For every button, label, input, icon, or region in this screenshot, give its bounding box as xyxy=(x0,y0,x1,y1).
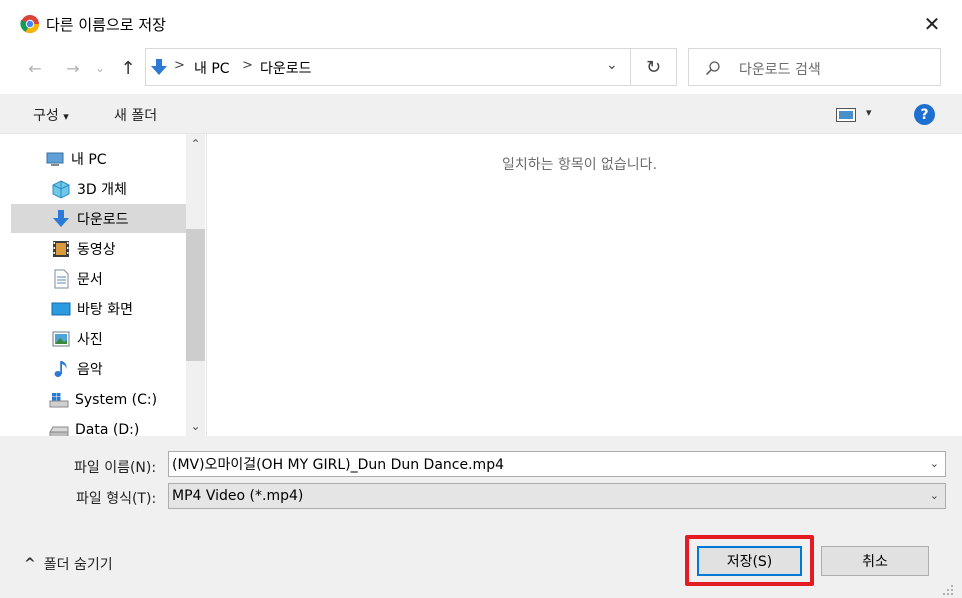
download-icon xyxy=(151,59,167,75)
document-icon xyxy=(54,269,69,288)
pictures-icon xyxy=(52,331,70,346)
desktop-icon xyxy=(51,302,71,315)
file-list-area[interactable]: 일치하는 항목이 없습니다. xyxy=(206,134,951,436)
hide-folders-button[interactable]: ^ 폴더 숨기기 xyxy=(24,554,113,574)
sidebar-item-documents[interactable]: 문서 xyxy=(11,264,186,293)
address-history-button[interactable]: ⌄ xyxy=(606,57,618,73)
filetype-select[interactable]: MP4 Video (*.mp4) ⌄ xyxy=(168,483,946,509)
sidebar-item-3d-objects[interactable]: 3D 개체 xyxy=(11,174,186,203)
search-icon xyxy=(705,61,720,76)
recent-locations-button[interactable]: ⌄ xyxy=(92,57,108,79)
filename-value: (MV)오마이걸(OH MY GIRL)_Dun Dun Dance.mp4 xyxy=(172,457,504,473)
breadcrumb-downloads[interactable]: 다운로드 xyxy=(260,58,312,78)
sidebar-item-label: 바탕 화면 xyxy=(77,301,133,318)
sidebar-item-drive-d[interactable]: Data (D:) xyxy=(11,415,186,436)
sidebar-item-videos[interactable]: 동영상 xyxy=(11,234,186,263)
forward-button[interactable]: → xyxy=(62,57,84,79)
navigation-pane[interactable]: 내 PC 3D 개체 다운로드 동영상 문서 바탕 화면 사진 음악 Syste… xyxy=(11,134,186,436)
sidebar-item-label: 문서 xyxy=(77,271,103,288)
close-button[interactable]: ✕ xyxy=(912,6,952,42)
organize-button[interactable]: 구성 ▾ xyxy=(33,105,69,125)
scroll-up-button[interactable]: ⌃ xyxy=(186,134,205,154)
refresh-button[interactable]: ↻ xyxy=(631,48,677,86)
sidebar-item-label: 내 PC xyxy=(71,151,107,168)
sidebar-item-drive-c[interactable]: System (C:) xyxy=(11,385,186,414)
filetype-label: 파일 형식(T): xyxy=(76,491,157,507)
chevron-down-icon[interactable]: ⌄ xyxy=(930,457,939,470)
help-button[interactable]: ? xyxy=(914,104,935,125)
chevron-up-icon: ^ xyxy=(24,556,36,572)
chrome-icon xyxy=(20,15,39,34)
sidebar-item-label: 사진 xyxy=(77,331,103,348)
search-placeholder: 다운로드 검색 xyxy=(739,62,821,78)
cancel-button[interactable]: 취소 xyxy=(821,546,929,576)
change-view-button[interactable]: ▾ xyxy=(836,106,880,124)
title-bar: 다른 이름으로 저장 ✕ xyxy=(0,0,962,48)
sidebar-item-pictures[interactable]: 사진 xyxy=(11,324,186,353)
sidebar-item-label: 다운로드 xyxy=(77,211,129,228)
back-button[interactable]: ← xyxy=(24,57,46,79)
breadcrumb-separator: > xyxy=(174,58,185,73)
toolbar: 구성 ▾ 새 폴더 ▾ ? xyxy=(0,94,962,134)
help-icon: ? xyxy=(920,106,929,123)
empty-folder-message: 일치하는 항목이 없습니다. xyxy=(501,157,658,173)
new-folder-button[interactable]: 새 폴더 xyxy=(114,105,157,125)
organize-label: 구성 xyxy=(33,108,59,124)
chevron-down-icon: ⌄ xyxy=(94,61,106,75)
view-icon xyxy=(836,108,856,122)
up-arrow-icon: ↑ xyxy=(120,57,136,79)
chevron-down-icon: ⌄ xyxy=(929,489,939,502)
window-title: 다른 이름으로 저장 xyxy=(46,16,166,34)
hide-folders-label: 폴더 숨기기 xyxy=(43,557,113,573)
sidebar-item-desktop[interactable]: 바탕 화면 xyxy=(11,294,186,323)
drive-c-icon xyxy=(49,392,69,407)
drive-d-icon xyxy=(49,426,69,436)
sidebar-item-music[interactable]: 음악 xyxy=(11,354,186,383)
sidebar-item-label: Data (D:) xyxy=(75,421,140,437)
breadcrumb-pc[interactable]: 내 PC xyxy=(194,58,230,78)
filetype-value: MP4 Video (*.mp4) xyxy=(172,488,304,504)
sidebar-item-label: System (C:) xyxy=(75,391,158,408)
3d-objects-icon xyxy=(52,179,70,199)
address-bar[interactable]: > 내 PC > 다운로드 ⌄ xyxy=(145,48,631,86)
video-icon xyxy=(53,240,69,257)
sidebar-item-label: 음악 xyxy=(77,361,103,378)
filename-input[interactable]: (MV)오마이걸(OH MY GIRL)_Dun Dun Dance.mp4 ⌄ xyxy=(168,451,946,477)
save-as-dialog: 다른 이름으로 저장 ✕ ← → ⌄ ↑ > 내 PC > 다운로드 ⌄ ↻ 다… xyxy=(0,0,962,598)
resize-grip-icon[interactable] xyxy=(940,582,954,596)
pc-icon xyxy=(46,152,64,166)
up-button[interactable]: ↑ xyxy=(117,57,139,79)
forward-arrow-icon: → xyxy=(66,58,80,78)
caret-down-icon: ▾ xyxy=(866,106,872,119)
caret-down-icon: ▾ xyxy=(63,110,69,123)
save-button-highlight xyxy=(685,535,814,586)
close-icon: ✕ xyxy=(923,12,941,36)
back-arrow-icon: ← xyxy=(28,58,42,78)
breadcrumb-separator: > xyxy=(242,58,253,73)
sidebar-item-pc[interactable]: 내 PC xyxy=(11,144,186,173)
sidebar-item-label: 3D 개체 xyxy=(77,181,127,198)
download-icon xyxy=(53,209,69,227)
music-icon xyxy=(54,360,67,377)
sidebar-item-label: 동영상 xyxy=(77,241,116,258)
refresh-icon: ↻ xyxy=(645,56,662,78)
search-box[interactable]: 다운로드 검색 xyxy=(688,48,941,86)
scrollbar-thumb[interactable] xyxy=(186,229,205,361)
scroll-down-button[interactable]: ⌄ xyxy=(186,416,205,436)
sidebar-item-downloads[interactable]: 다운로드 xyxy=(11,204,186,233)
save-form-panel: 파일 이름(N): (MV)오마이걸(OH MY GIRL)_Dun Dun D… xyxy=(0,436,962,598)
filename-label: 파일 이름(N): xyxy=(74,460,157,476)
